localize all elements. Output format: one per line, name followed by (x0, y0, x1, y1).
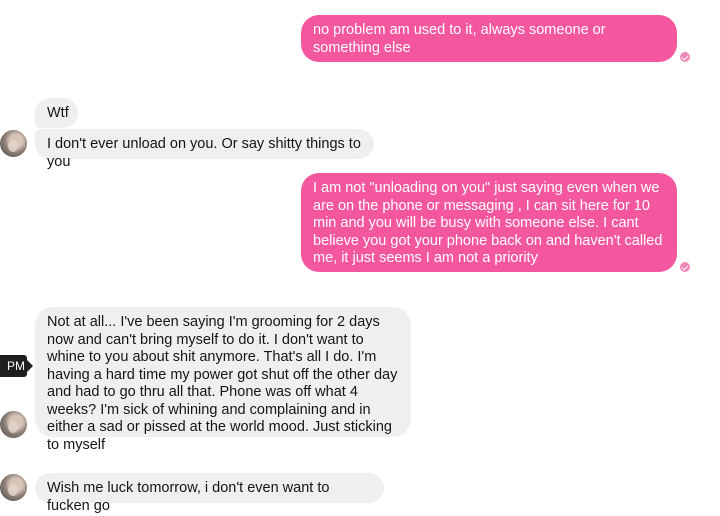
outgoing-message-bubble[interactable]: I am not "unloading on you" just saying … (301, 173, 677, 272)
contact-avatar[interactable] (0, 411, 27, 438)
incoming-message-bubble[interactable]: Wish me luck tomorrow, i don't even want… (35, 473, 384, 514)
timestamp-text: PM (7, 359, 25, 373)
incoming-message-bubble[interactable]: Not at all... I've been saying I'm groom… (35, 307, 411, 453)
contact-avatar[interactable] (0, 474, 27, 501)
message-text: I don't ever unload on you. Or say shitt… (47, 136, 361, 170)
timestamp-tooltip: PM (0, 355, 33, 377)
incoming-message-bubble[interactable]: Wtf (35, 98, 78, 128)
message-text: Wish me luck tomorrow, i don't even want… (47, 480, 330, 514)
outgoing-message-bubble[interactable]: no problem am used to it, always someone… (301, 15, 677, 62)
message-text: I am not "unloading on you" just saying … (313, 180, 663, 266)
message-text: Not at all... I've been saying I'm groom… (47, 314, 398, 453)
incoming-message-bubble[interactable]: I don't ever unload on you. Or say shitt… (35, 129, 374, 170)
message-text: no problem am used to it, always someone… (313, 22, 606, 56)
read-receipt-icon (680, 262, 690, 272)
message-text: Wtf (47, 105, 69, 121)
read-receipt-icon (680, 52, 690, 62)
contact-avatar[interactable] (0, 130, 27, 157)
